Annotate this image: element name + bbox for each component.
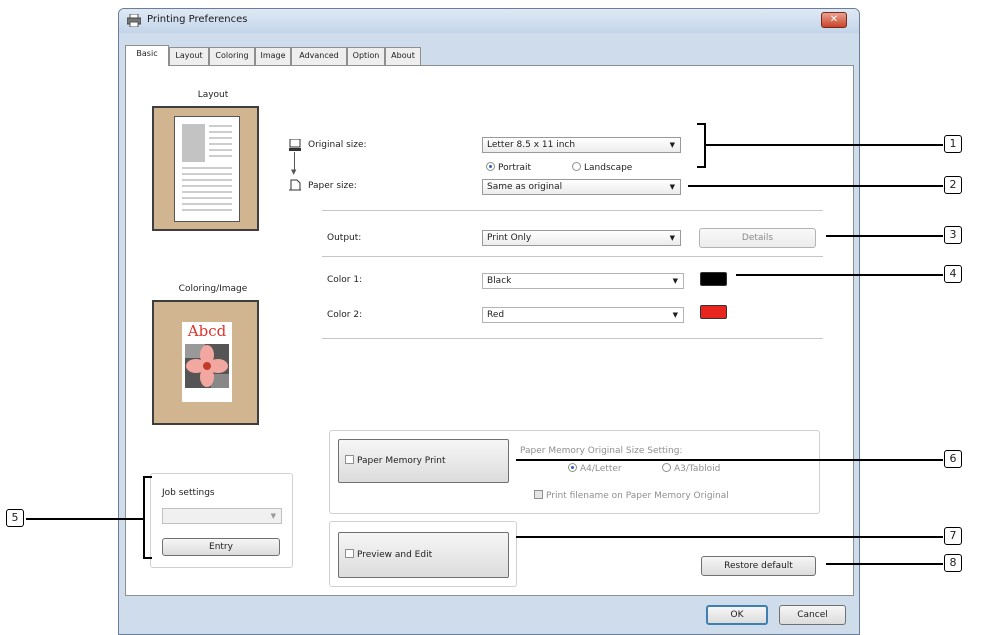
chevron-down-icon: ▼ xyxy=(669,141,675,149)
tab-layout[interactable]: Layout xyxy=(169,47,209,65)
layout-preview-label: Layout xyxy=(197,90,229,100)
callout-line-3 xyxy=(826,235,943,237)
original-size-value: Letter 8.5 x 11 inch xyxy=(487,140,576,150)
separator xyxy=(322,256,823,257)
entry-button[interactable]: Entry xyxy=(162,538,280,556)
monitor-icon xyxy=(289,139,301,151)
chevron-down-icon: ▼ xyxy=(672,311,678,319)
callout-5: 5 xyxy=(6,509,24,527)
cancel-button[interactable]: Cancel xyxy=(779,605,846,625)
paper-memory-setting-label: Paper Memory Original Size Setting: xyxy=(520,446,683,456)
portrait-label: Portrait xyxy=(498,163,532,173)
chevron-down-icon: ▼ xyxy=(270,512,276,520)
callout-3: 3 xyxy=(944,226,962,244)
job-settings-label: Job settings xyxy=(162,488,215,498)
sample-text: Abcd xyxy=(187,322,227,340)
window-title: Printing Preferences xyxy=(147,14,248,25)
callout-8: 8 xyxy=(944,554,962,572)
details-button[interactable]: Details xyxy=(699,228,816,248)
output-dropdown[interactable]: Print Only ▼ xyxy=(482,230,681,246)
original-size-dropdown[interactable]: Letter 8.5 x 11 inch ▼ xyxy=(482,137,681,153)
callout-line-2 xyxy=(688,185,943,187)
print-filename-label: Print filename on Paper Memory Original xyxy=(546,491,729,501)
color2-swatch xyxy=(700,305,727,319)
callout-bracket-top xyxy=(697,123,706,125)
a4-letter-label: A4/Letter xyxy=(580,464,622,474)
tab-advanced[interactable]: Advanced xyxy=(291,47,347,65)
printer-icon xyxy=(127,14,141,27)
callout-bracket-5-top xyxy=(143,476,152,478)
chevron-down-icon: ▼ xyxy=(672,277,678,285)
preview-and-edit-label: Preview and Edit xyxy=(357,550,433,560)
original-size-label: Original size: xyxy=(308,140,367,150)
paper-memory-print-checkbox[interactable]: Paper Memory Print xyxy=(338,439,509,483)
callout-bracket-5-bottom xyxy=(143,557,152,559)
callout-line-8 xyxy=(826,563,943,565)
checkbox-unchecked-icon xyxy=(345,455,354,464)
document-page-preview xyxy=(174,116,240,222)
a3-tabloid-radio[interactable]: A3/Tabloid xyxy=(662,463,720,474)
close-button[interactable]: ✕ xyxy=(821,12,847,28)
tab-basic[interactable]: Basic xyxy=(125,45,169,66)
callout-line-5 xyxy=(26,518,144,520)
callout-bracket-bottom xyxy=(697,166,706,168)
radio-unselected-icon xyxy=(572,162,581,171)
callout-line-4 xyxy=(736,274,943,276)
checkbox-unchecked-icon xyxy=(345,549,354,558)
checkbox-checked-icon xyxy=(534,490,543,499)
callout-6: 6 xyxy=(944,450,962,468)
radio-unselected-icon xyxy=(662,463,671,472)
color2-dropdown[interactable]: Red ▼ xyxy=(482,307,684,323)
layout-preview xyxy=(152,106,259,231)
landscape-radio[interactable]: Landscape xyxy=(572,162,632,173)
color1-value: Black xyxy=(487,276,512,286)
tab-option[interactable]: Option xyxy=(347,47,385,65)
tab-coloring[interactable]: Coloring xyxy=(209,47,255,65)
color2-label: Color 2: xyxy=(327,310,363,320)
color1-swatch xyxy=(700,272,727,286)
a4-letter-radio[interactable]: A4/Letter xyxy=(568,463,622,474)
radio-selected-icon xyxy=(486,162,495,171)
restore-default-button[interactable]: Restore default xyxy=(701,556,816,576)
tab-about[interactable]: About xyxy=(385,47,421,65)
output-value: Print Only xyxy=(487,233,532,243)
sample-page: Abcd xyxy=(182,322,232,402)
print-filename-checkbox[interactable]: Print filename on Paper Memory Original xyxy=(534,490,729,501)
color1-label: Color 1: xyxy=(327,275,363,285)
coloring-image-preview: Abcd xyxy=(152,300,259,425)
down-arrow-icon: ▼ xyxy=(291,168,297,176)
paper-size-value: Same as original xyxy=(487,182,563,192)
flower-image-icon xyxy=(185,344,229,388)
color2-value: Red xyxy=(487,310,505,320)
tab-image[interactable]: Image xyxy=(255,47,291,65)
landscape-label: Landscape xyxy=(584,163,633,173)
preview-and-edit-checkbox[interactable]: Preview and Edit xyxy=(338,532,509,578)
a3-tabloid-label: A3/Tabloid xyxy=(674,464,721,474)
callout-2: 2 xyxy=(944,176,962,194)
callout-7: 7 xyxy=(944,527,962,545)
callout-bracket-5 xyxy=(143,476,145,559)
separator xyxy=(322,338,823,339)
radio-selected-icon xyxy=(568,463,577,472)
ok-button[interactable]: OK xyxy=(706,605,768,625)
callout-4: 4 xyxy=(944,265,962,283)
chevron-down-icon: ▼ xyxy=(669,183,675,191)
portrait-radio[interactable]: Portrait xyxy=(486,162,531,173)
callout-line-7 xyxy=(516,536,943,538)
chevron-down-icon: ▼ xyxy=(669,234,675,242)
callout-1: 1 xyxy=(944,135,962,153)
color1-dropdown[interactable]: Black ▼ xyxy=(482,273,684,289)
title-bar[interactable]: Printing Preferences ✕ xyxy=(119,9,859,33)
output-label: Output: xyxy=(327,233,362,243)
separator xyxy=(322,210,823,211)
callout-line-1 xyxy=(705,144,943,146)
paper-memory-print-label: Paper Memory Print xyxy=(357,456,446,466)
paper-size-label: Paper size: xyxy=(308,181,357,191)
paper-icon xyxy=(289,179,301,191)
coloring-preview-label: Coloring/Image xyxy=(178,284,248,294)
paper-size-dropdown[interactable]: Same as original ▼ xyxy=(482,179,681,195)
printing-preferences-window: Printing Preferences ✕ Basic Layout Colo… xyxy=(118,8,860,635)
job-settings-dropdown[interactable]: ▼ xyxy=(162,508,282,524)
callout-line-6 xyxy=(516,459,943,461)
